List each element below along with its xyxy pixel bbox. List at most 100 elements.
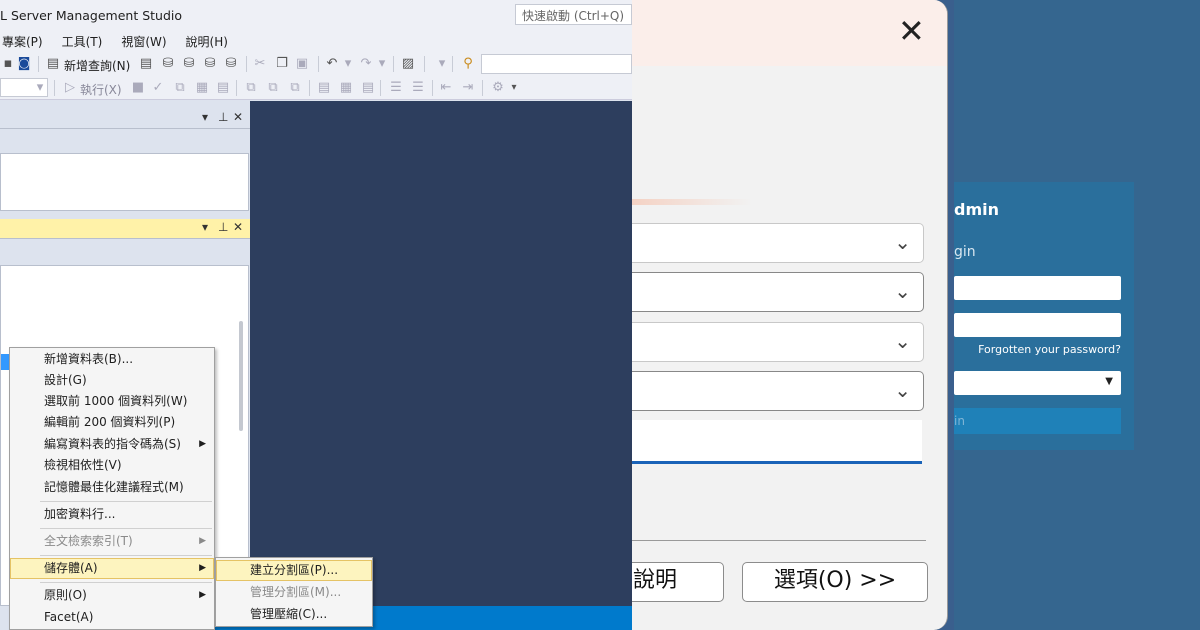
menu-project[interactable]: 專案(P) — [2, 30, 52, 52]
pin-icon[interactable]: ⊥ — [218, 220, 228, 234]
menu-memory-optimization-advisor[interactable]: 記憶體最佳化建議程式(M) — [10, 477, 214, 498]
client-stats-icon[interactable]: ⧉ — [287, 80, 303, 96]
chevron-down-icon: ⌄ — [894, 329, 911, 353]
solution-config-dropdown-icon[interactable]: ▾ — [434, 56, 450, 72]
save-all-icon[interactable]: ◙ — [16, 56, 32, 72]
forgot-password-link[interactable]: Forgotten your password? — [978, 343, 1121, 356]
results-file-icon[interactable]: ▤ — [360, 80, 376, 96]
comment-icon[interactable]: ☰ — [388, 80, 404, 96]
execute-button[interactable]: 執行(X) — [80, 81, 122, 98]
menu-facets[interactable]: Facet(A) — [10, 607, 214, 628]
menu-script-table-as[interactable]: 編寫資料表的指令碼為(S) ▶ — [10, 434, 214, 455]
close-icon[interactable]: ✕ — [233, 220, 243, 234]
dmx-query-icon[interactable]: ⛁ — [181, 56, 197, 72]
undo-icon[interactable]: ↶ — [324, 56, 340, 72]
password-input[interactable] — [632, 420, 922, 464]
menu-policies[interactable]: 原則(O) ▶ — [10, 585, 214, 606]
template-params-icon[interactable]: ⚙ — [490, 80, 506, 96]
toolbar-separator — [452, 56, 453, 72]
menu-separator — [40, 582, 212, 583]
redo-dropdown-icon[interactable]: ▾ — [374, 56, 390, 72]
menu-window[interactable]: 視窗(W) — [121, 30, 175, 52]
results-to-icon[interactable]: ▤ — [215, 80, 231, 96]
ssms-window: L Server Management Studio 快速啟動 (Ctrl+Q)… — [0, 0, 632, 630]
live-stats-icon[interactable]: ⧉ — [265, 80, 281, 96]
increase-indent-icon[interactable]: ⇥ — [460, 80, 476, 96]
actual-plan-icon[interactable]: ⧉ — [243, 80, 259, 96]
paste-icon[interactable]: ▣ — [294, 56, 310, 72]
menu-new-table[interactable]: 新增資料表(B)... — [10, 349, 214, 370]
database-dropdown-icon[interactable]: ▾ — [32, 80, 48, 96]
new-query-icon[interactable]: ▤ — [45, 56, 61, 72]
new-db-query-icon[interactable]: ▤ — [138, 56, 154, 72]
dax-query-icon[interactable]: ⛁ — [223, 56, 239, 72]
pane-menu-icon[interactable]: ▾ — [202, 110, 208, 124]
menu-manage-compression[interactable]: 管理壓縮(C)... — [216, 604, 372, 625]
menu-script-label: 編寫資料表的指令碼為(S) — [44, 437, 181, 451]
menu-encrypt-columns[interactable]: 加密資料行... — [10, 504, 214, 525]
close-icon[interactable]: ✕ — [898, 14, 925, 48]
login-button[interactable]: in — [954, 408, 1121, 434]
admin-login-crop: dmin gin Forgotten your password? ▼ in — [954, 0, 1200, 630]
username-input[interactable] — [954, 276, 1121, 300]
decrease-indent-icon[interactable]: ⇤ — [438, 80, 454, 96]
menu-edit-top-200[interactable]: 編輯前 200 個資料列(P) — [10, 412, 214, 433]
dropdown-2[interactable]: ⌄ — [632, 272, 924, 312]
cut-icon[interactable]: ✂ — [252, 56, 268, 72]
activity-monitor-icon[interactable]: ▨ — [400, 56, 416, 72]
dialog-window: ✕ ⌄ ⌄ ⌄ ⌄ 說明 選項(O) >> — [632, 0, 948, 630]
password-input[interactable] — [954, 313, 1121, 337]
toolbar-separator — [246, 56, 247, 72]
menu-create-partition[interactable]: 建立分割區(P)... — [216, 560, 372, 581]
execute-icon[interactable]: ▷ — [62, 80, 78, 96]
find-input[interactable] — [481, 54, 632, 74]
menu-storage-label: 儲存體(A) — [44, 561, 98, 575]
submenu-arrow-icon: ▶ — [199, 536, 206, 546]
storage-submenu: 建立分割區(P)... 管理分割區(M)... 管理壓縮(C)... — [215, 557, 373, 627]
menu-select-top-1000[interactable]: 選取前 1000 個資料列(W) — [10, 391, 214, 412]
dropdown-3[interactable]: ⌄ — [632, 322, 924, 362]
language-select[interactable]: ▼ — [954, 371, 1121, 395]
menu-design[interactable]: 設計(G) — [10, 370, 214, 391]
pin-icon[interactable]: ⊥ — [218, 110, 228, 124]
results-text-icon[interactable]: ▤ — [316, 80, 332, 96]
dropdown-1[interactable]: ⌄ — [632, 223, 924, 263]
new-query-button[interactable]: 新增查詢(N) — [64, 57, 130, 74]
menu-storage[interactable]: 儲存體(A) ▶ — [10, 558, 214, 579]
redo-icon[interactable]: ↷ — [358, 56, 374, 72]
toolbar-overflow-icon[interactable]: ▾ — [506, 80, 522, 96]
query-designer-icon[interactable]: ▦ — [194, 80, 210, 96]
pane-menu-icon[interactable]: ▾ — [202, 220, 208, 234]
help-button[interactable]: 說明 — [632, 562, 724, 602]
tree-scrollbar[interactable] — [239, 321, 243, 431]
menu-view-dependencies[interactable]: 檢視相依性(V) — [10, 455, 214, 476]
parse-icon[interactable]: ✓ — [150, 80, 166, 96]
plan-icon[interactable]: ⧉ — [172, 80, 188, 96]
toolbar-separator — [424, 56, 425, 72]
stop-icon[interactable]: ■ — [130, 80, 146, 96]
toolbar-separator — [432, 80, 433, 96]
xmla-query-icon[interactable]: ⛁ — [202, 56, 218, 72]
copy-icon[interactable]: ❐ — [274, 56, 290, 72]
close-icon[interactable]: ✕ — [233, 110, 243, 124]
find-icon[interactable]: ⚲ — [460, 56, 476, 72]
uncomment-icon[interactable]: ☰ — [410, 80, 426, 96]
save-icon[interactable]: ▪ — [0, 56, 16, 72]
submenu-arrow-icon: ▶ — [199, 439, 206, 449]
toolbar-separator — [393, 56, 394, 72]
results-grid-icon[interactable]: ▦ — [338, 80, 354, 96]
menu-help[interactable]: 說明(H) — [186, 30, 237, 52]
toolbar-separator — [236, 80, 237, 96]
dropdown-4[interactable]: ⌄ — [632, 371, 924, 411]
registered-servers-header: ▾ ⊥ ✕ — [0, 109, 250, 129]
options-button[interactable]: 選項(O) >> — [742, 562, 928, 602]
login-card: dmin gin Forgotten your password? ▼ in — [954, 182, 1134, 450]
mdx-query-icon[interactable]: ⛁ — [160, 56, 176, 72]
window-title: L Server Management Studio — [0, 8, 183, 23]
table-context-menu: 新增資料表(B)... 設計(G) 選取前 1000 個資料列(W) 編輯前 2… — [9, 347, 215, 630]
quick-launch-input[interactable]: 快速啟動 (Ctrl+Q) — [515, 4, 632, 25]
sql-editor-toolbar: ▾ ▷ 執行(X) ■ ✓ ⧉ ▦ ▤ ⧉ ⧉ ⧉ ▤ ▦ ▤ ☰ ☰ ⇤ ⇥ … — [0, 76, 632, 100]
menu-separator — [40, 501, 212, 502]
menu-tools[interactable]: 工具(T) — [62, 30, 112, 52]
undo-dropdown-icon[interactable]: ▾ — [340, 56, 356, 72]
